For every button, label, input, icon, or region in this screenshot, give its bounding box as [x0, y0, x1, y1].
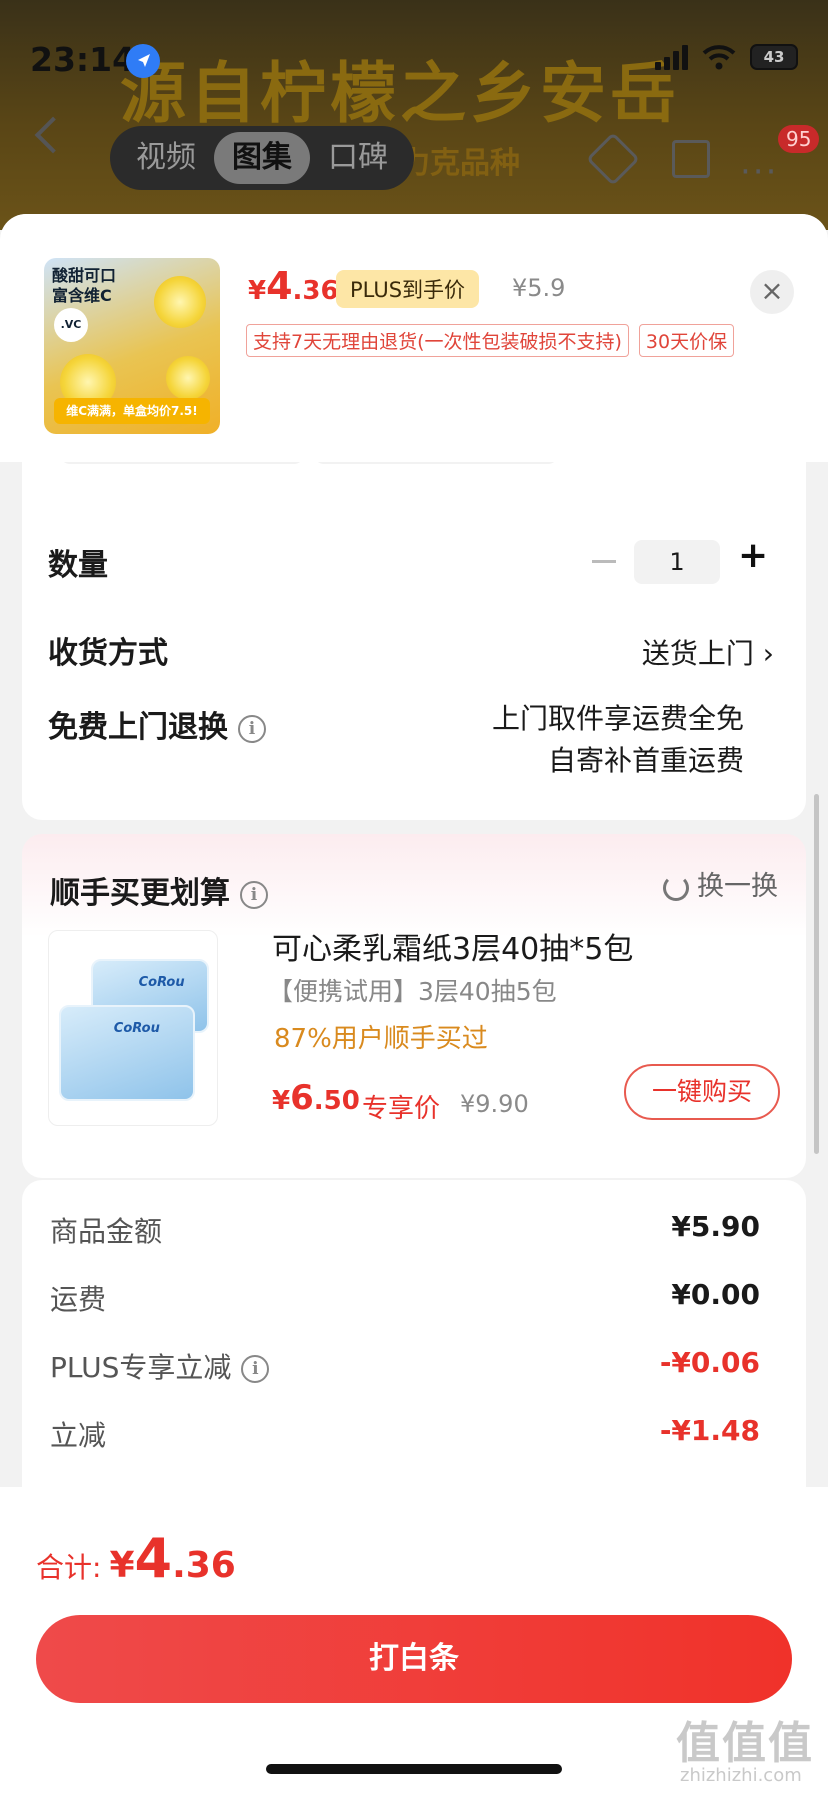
image-bar-text: 维C满满，单盒均价7.5!	[54, 398, 210, 424]
brand-logo: CoRou	[113, 1021, 160, 1036]
product-price: ¥4.36	[248, 264, 339, 308]
status-time: 23:14	[30, 40, 136, 79]
media-tabs: 视频 图集 口碑	[110, 126, 414, 190]
summary-label: 商品金额	[50, 1215, 163, 1248]
scrollbar[interactable]	[814, 794, 819, 1154]
location-icon	[126, 44, 160, 78]
image-title-line1: 酸甜可口	[52, 266, 117, 285]
pay-button[interactable]: 打白条	[36, 1615, 792, 1703]
image-vc-badge: .VC	[54, 308, 88, 342]
summary-label: PLUS专享立减	[50, 1351, 232, 1384]
summary-value: -¥1.48	[659, 1414, 760, 1447]
refresh-label: 换一换	[697, 871, 778, 902]
free-return-label: 免费上门退换	[48, 710, 228, 745]
price-dec: .36	[292, 276, 339, 306]
info-icon[interactable]: i	[241, 1355, 270, 1383]
watermark-site: zhizhizhi.com	[680, 1765, 802, 1786]
summary-value: ¥0.00	[671, 1278, 760, 1311]
summary-label: 运费	[50, 1283, 107, 1316]
background-banner: 源自柠檬之乡安岳	[120, 54, 680, 132]
quantity-minus-button[interactable]	[592, 560, 616, 563]
summary-row: 商品金额 ¥5.90	[50, 1210, 760, 1250]
battery-icon: 43	[750, 44, 798, 70]
total-price: 合计: ¥4.36	[36, 1527, 236, 1590]
free-return-line1: 上门取件享运费全免	[491, 702, 744, 735]
summary-row: PLUS专享立减 i -¥0.06	[50, 1346, 760, 1386]
summary-value: ¥5.90	[671, 1210, 760, 1243]
addon-section-title: 顺手买更划算	[50, 876, 230, 911]
addon-original-price: ¥9.90	[460, 1090, 529, 1118]
quantity-label: 数量	[48, 548, 108, 583]
tissue-pack: CoRou	[59, 1005, 195, 1101]
service-tags: 支持7天无理由退货(一次性包装破损不支持) 30天价保	[246, 324, 735, 357]
return-policy-tag: 支持7天无理由退货(一次性包装破损不支持)	[246, 324, 629, 357]
delivery-label: 收货方式	[48, 636, 168, 671]
addon-price-dec: .50	[313, 1086, 360, 1116]
back-icon[interactable]	[34, 116, 72, 154]
addon-card: 顺手买更划算 i 换一换 CoRou CoRou 可心柔乳霜纸3层40抽*5包 【…	[22, 834, 806, 1178]
plus-price-tag: PLUS到手价	[336, 270, 480, 308]
checkout-footer: 合计: ¥4.36 打白条 值值值 zhizhizhi.com	[0, 1487, 828, 1793]
close-icon: ×	[760, 274, 784, 307]
total-dec: .36	[172, 1545, 236, 1586]
quantity-plus-button[interactable]: +	[738, 535, 768, 576]
signal-icon	[655, 44, 688, 70]
addon-item-buyers: 87%用户顺手买过	[274, 1024, 488, 1054]
addon-title-row: 顺手买更划算 i	[50, 868, 268, 912]
tab-video[interactable]: 视频	[118, 132, 214, 184]
share-icon[interactable]	[672, 140, 710, 178]
addon-item-title[interactable]: 可心柔乳霜纸3层40抽*5包	[272, 924, 633, 968]
addon-price-currency: ¥	[272, 1086, 291, 1116]
original-price: ¥5.9	[512, 274, 566, 302]
addon-item-subtitle: 【便携试用】3层40抽5包	[268, 977, 557, 1006]
summary-row: 立减 -¥1.48	[50, 1414, 760, 1454]
product-image: 酸甜可口 富含维C .VC 维C满满，单盒均价7.5!	[44, 258, 220, 434]
image-title-line2: 富含维C	[52, 286, 112, 305]
free-return-info: 上门取件享运费全免 自寄补首重运费	[492, 698, 744, 782]
total-label: 合计:	[36, 1551, 102, 1584]
summary-value: -¥0.06	[659, 1346, 760, 1379]
tab-gallery[interactable]: 图集	[214, 132, 310, 184]
quantity-input[interactable]: 1	[634, 540, 720, 584]
one-click-buy-button[interactable]: 一键购买	[624, 1064, 780, 1120]
brand-logo: CoRou	[138, 975, 185, 990]
addon-price-tag: 专享价	[362, 1094, 441, 1124]
addon-item-image[interactable]: CoRou CoRou	[48, 930, 218, 1126]
status-icons: 43	[655, 44, 798, 70]
home-indicator	[266, 1764, 562, 1774]
summary-label: 立减	[50, 1419, 107, 1452]
addon-item-price: ¥6.50	[272, 1078, 360, 1118]
wifi-icon	[702, 45, 736, 70]
total-int: 4	[134, 1527, 173, 1590]
delivery-method-selector[interactable]: 送货上门 ›	[642, 632, 774, 672]
addon-price-int: 6	[290, 1078, 314, 1118]
info-icon[interactable]: i	[238, 714, 266, 743]
watermark-logo: 值值值	[676, 1718, 814, 1769]
price-int: 4	[266, 264, 293, 308]
lemon-decor	[154, 276, 206, 328]
close-button[interactable]: ×	[750, 270, 794, 314]
background-page: 源自柠檬之乡安岳 力克品种 23:14 43 视频 图集 口碑 ··· 95	[0, 0, 828, 230]
summary-card: 商品金额 ¥5.90 运费 ¥0.00 PLUS专享立减 i -¥0.06 立减 …	[22, 1180, 806, 1520]
price-currency: ¥	[248, 276, 267, 306]
free-return-line2: 自寄补首重运费	[547, 744, 744, 777]
free-return-label-row: 免费上门退换 i	[48, 702, 266, 746]
price-protect-tag: 30天价保	[638, 324, 735, 357]
background-sub-banner: 力克品种	[400, 146, 520, 181]
info-icon[interactable]: i	[240, 880, 268, 909]
more-icon[interactable]: ···	[740, 152, 778, 192]
notification-badge: 95	[778, 125, 820, 153]
summary-row: 运费 ¥0.00	[50, 1278, 760, 1318]
refresh-button[interactable]: 换一换	[663, 864, 778, 903]
product-header: 酸甜可口 富含维C .VC 维C满满，单盒均价7.5! ¥4.36 PLUS到手价…	[0, 214, 828, 462]
total-currency: ¥	[109, 1545, 135, 1586]
tab-reviews[interactable]: 口碑	[310, 132, 406, 184]
lemon-decor	[166, 356, 210, 400]
refresh-icon	[663, 874, 689, 901]
favorite-icon[interactable]	[586, 132, 640, 186]
